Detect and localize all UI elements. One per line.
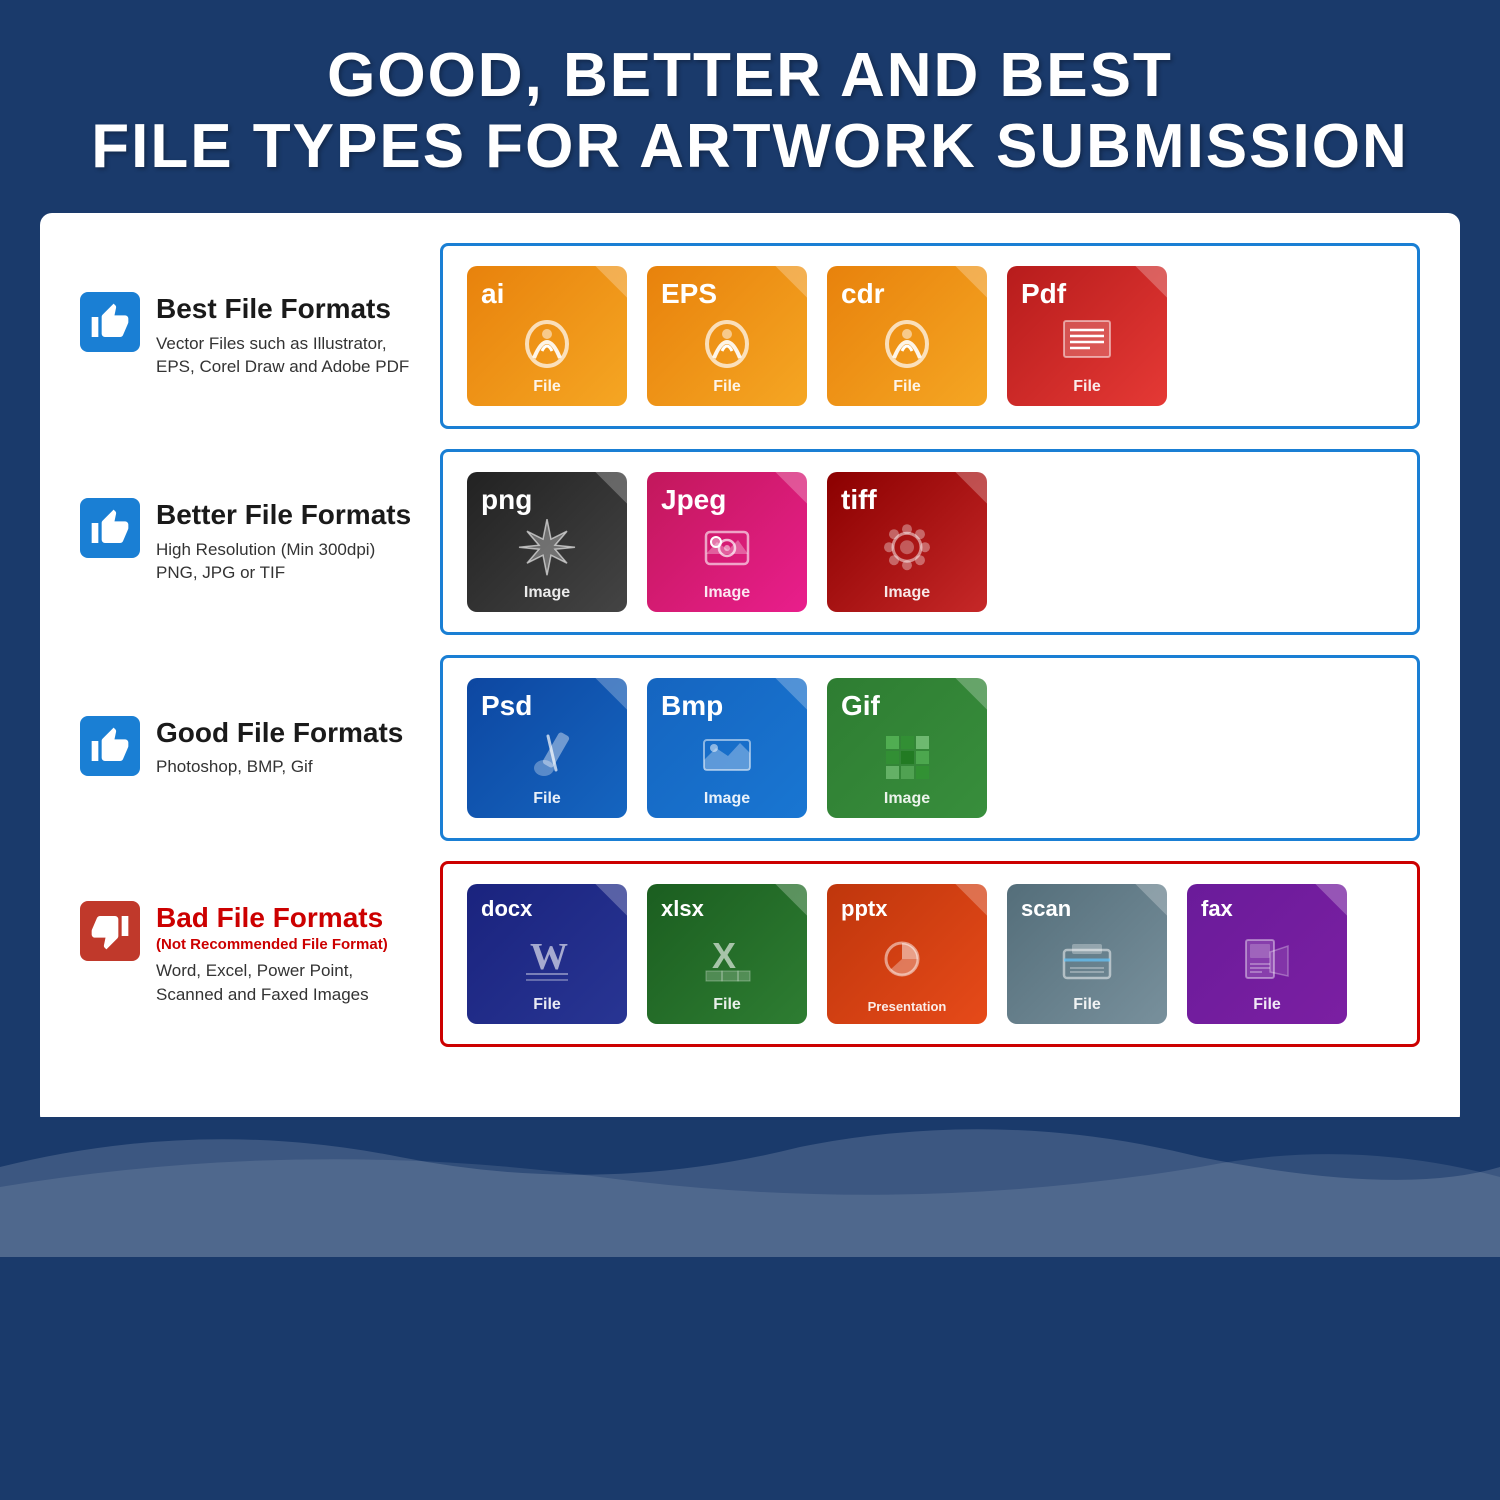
file-jpeg: Jpeg Image	[647, 472, 807, 612]
thumbs-up-icon	[90, 302, 130, 342]
good-label-block: Good File Formats Photoshop, BMP, Gif	[156, 716, 420, 779]
better-left-panel: Better File Formats High Resolution (Min…	[80, 482, 420, 601]
pdf-graphic	[1052, 306, 1122, 381]
best-row: Best File Formats Vector Files such as I…	[80, 243, 1420, 429]
bad-label-block: Bad File Formats (Not Recommended File F…	[156, 901, 420, 1007]
xlsx-ext: xlsx	[661, 896, 704, 922]
best-label-block: Best File Formats Vector Files such as I…	[156, 292, 420, 379]
bad-row: Bad File Formats (Not Recommended File F…	[80, 861, 1420, 1047]
gif-graphic	[872, 718, 942, 793]
file-pdf: Pdf File	[1007, 266, 1167, 406]
best-title: Best File Formats	[156, 292, 420, 326]
tiff-svg	[871, 511, 943, 583]
docx-ext: docx	[481, 896, 532, 922]
file-gif: Gif	[827, 678, 987, 818]
fax-svg	[1232, 924, 1302, 994]
png-graphic	[511, 511, 583, 588]
cdr-svg	[872, 306, 942, 376]
file-pptx: pptx Presentation	[827, 884, 987, 1024]
best-files: ai File EPS	[440, 243, 1420, 429]
bad-files: docx W File xlsx X	[440, 861, 1420, 1047]
psd-svg	[512, 718, 582, 788]
good-thumbs-icon	[80, 716, 140, 776]
scan-svg	[1052, 924, 1122, 994]
psd-graphic	[512, 718, 582, 793]
good-files: Psd File Bmp	[440, 655, 1420, 841]
good-desc: Photoshop, BMP, Gif	[156, 755, 420, 779]
better-desc: High Resolution (Min 300dpi)PNG, JPG or …	[156, 538, 420, 586]
scan-ext: scan	[1021, 896, 1071, 922]
bad-thumbs-icon	[80, 901, 140, 961]
header-line1: GOOD, BETTER AND BEST	[60, 40, 1440, 111]
good-title: Good File Formats	[156, 716, 420, 750]
jpeg-svg	[692, 512, 762, 582]
good-left-panel: Good File Formats Photoshop, BMP, Gif	[80, 700, 420, 795]
good-row: Good File Formats Photoshop, BMP, Gif Ps…	[80, 655, 1420, 841]
fax-graphic	[1232, 924, 1302, 999]
bmp-graphic	[692, 718, 762, 793]
bad-title: Bad File Formats	[156, 901, 420, 935]
file-psd: Psd File	[467, 678, 627, 818]
file-cdr: cdr File	[827, 266, 987, 406]
better-row: Better File Formats High Resolution (Min…	[80, 449, 1420, 635]
file-tiff: tiff	[827, 472, 987, 612]
jpeg-graphic	[692, 512, 762, 587]
header-title: GOOD, BETTER AND BEST FILE TYPES FOR ART…	[60, 40, 1440, 183]
main-container: GOOD, BETTER AND BEST FILE TYPES FOR ART…	[0, 0, 1500, 1500]
eps-svg	[692, 306, 762, 376]
file-scan: scan File	[1007, 884, 1167, 1024]
thumbs-down-icon	[90, 911, 130, 951]
cdr-graphic	[872, 306, 942, 381]
best-left-panel: Best File Formats Vector Files such as I…	[80, 276, 420, 395]
file-eps: EPS File	[647, 266, 807, 406]
better-thumbs-icon	[80, 498, 140, 558]
pptx-ext: pptx	[841, 896, 887, 922]
svg-text:X: X	[712, 935, 736, 976]
gif-svg	[872, 718, 942, 788]
svg-text:W: W	[530, 936, 568, 978]
ai-svg	[512, 306, 582, 376]
pdf-svg	[1052, 306, 1122, 376]
pptx-graphic	[872, 924, 942, 999]
file-fax: fax File	[1187, 884, 1347, 1024]
bottom-wave-svg	[0, 1117, 1500, 1257]
png-svg	[511, 511, 583, 583]
xlsx-svg: X	[692, 924, 762, 994]
file-xlsx: xlsx X File	[647, 884, 807, 1024]
better-label-block: Better File Formats High Resolution (Min…	[156, 498, 420, 585]
scan-graphic	[1052, 924, 1122, 999]
content-area: Best File Formats Vector Files such as I…	[40, 213, 1460, 1127]
fax-ext: fax	[1201, 896, 1233, 922]
bad-left-panel: Bad File Formats (Not Recommended File F…	[80, 885, 420, 1023]
pptx-svg	[872, 924, 942, 994]
best-thumbs-icon	[80, 292, 140, 352]
better-thumbs-up-icon	[90, 508, 130, 548]
bad-subtitle: (Not Recommended File Format)	[156, 936, 420, 953]
header: GOOD, BETTER AND BEST FILE TYPES FOR ART…	[0, 0, 1500, 213]
header-line2: FILE TYPES FOR ARTWORK SUBMISSION	[60, 111, 1440, 182]
tiff-graphic	[871, 511, 943, 588]
pptx-label: Presentation	[868, 999, 947, 1014]
xlsx-graphic: X	[692, 924, 762, 999]
bad-desc: Word, Excel, Power Point,Scanned and Fax…	[156, 959, 420, 1007]
ai-graphic	[512, 306, 582, 381]
file-docx: docx W File	[467, 884, 627, 1024]
better-files: png Image Jpeg	[440, 449, 1420, 635]
better-title: Better File Formats	[156, 498, 420, 532]
eps-graphic	[692, 306, 762, 381]
bmp-svg	[692, 718, 762, 788]
ai-ext: ai	[481, 278, 504, 310]
file-bmp: Bmp Image	[647, 678, 807, 818]
file-ai: ai File	[467, 266, 627, 406]
docx-svg: W	[512, 924, 582, 994]
good-thumbs-up-icon	[90, 726, 130, 766]
wave-area	[0, 1117, 1500, 1257]
docx-graphic: W	[512, 924, 582, 999]
best-desc: Vector Files such as Illustrator,EPS, Co…	[156, 332, 420, 380]
file-png: png Image	[467, 472, 627, 612]
